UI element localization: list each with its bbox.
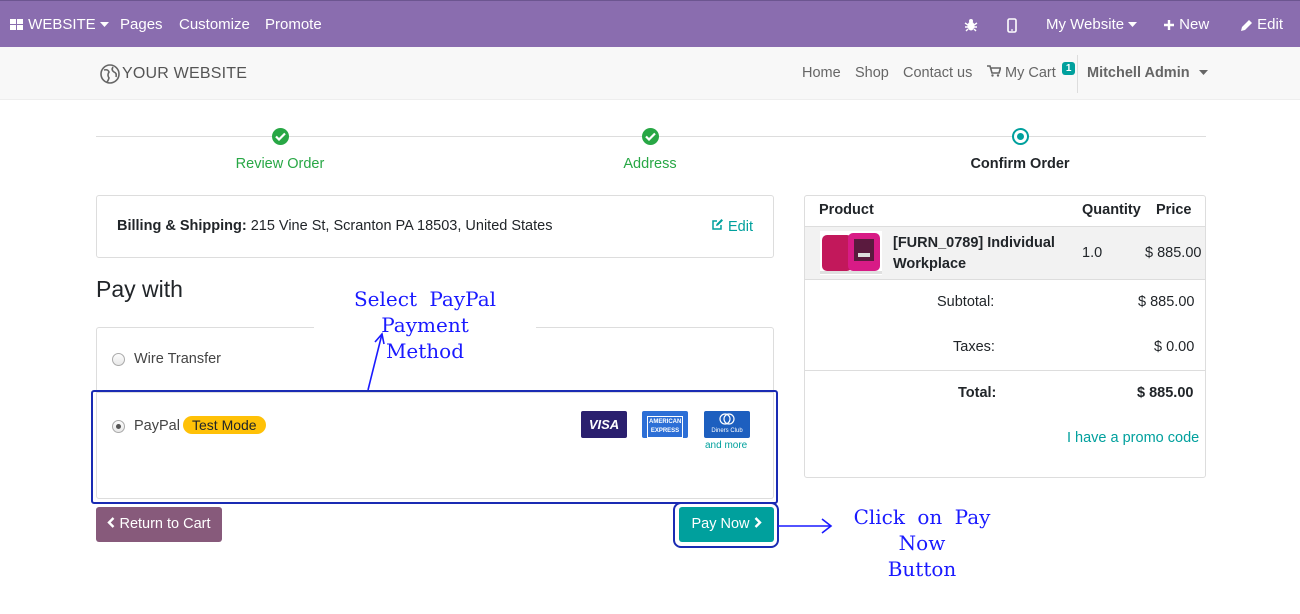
subtotal-value: $ 885.00: [1138, 294, 1195, 310]
website-switcher-label: My Website: [1046, 16, 1125, 33]
product-quantity: 1.0: [1082, 245, 1103, 261]
annotation-line: Method: [385, 339, 465, 363]
total-label: Total:: [958, 385, 997, 401]
promo-code-link[interactable]: I have a promo code: [1067, 430, 1199, 446]
new-button[interactable]: New: [1163, 1, 1209, 48]
cart-label: My Cart: [1005, 65, 1056, 81]
annotation-line: Button: [887, 557, 957, 581]
cart-count-badge: 1: [1061, 62, 1076, 75]
product-price: $ 885.00: [1145, 245, 1202, 261]
return-label: Return to Cart: [119, 516, 211, 532]
site-logo[interactable]: YOUR WEBSITE: [100, 62, 247, 86]
wire-transfer-radio[interactable]: [112, 353, 125, 366]
mobile-preview-icon[interactable]: [1007, 1, 1017, 48]
wire-transfer-label[interactable]: Wire Transfer: [134, 351, 221, 367]
website-menu-label: WEBSITE: [28, 16, 96, 33]
website-switcher[interactable]: My Website: [1046, 1, 1138, 48]
new-label: New: [1179, 16, 1210, 33]
annotation-arrow-left-icon: [778, 518, 833, 534]
chevron-left-icon: [107, 517, 115, 528]
annotation-line: Click on Pay Now: [853, 505, 991, 555]
debug-bug-icon[interactable]: [964, 1, 978, 48]
click-pay-now-annotation: Click on Pay Now Button: [830, 504, 1014, 582]
site-header: YOUR WEBSITE Home Shop Contact us My Car…: [0, 47, 1300, 100]
step-check-icon: [272, 128, 289, 145]
edit-button[interactable]: Edit: [1240, 1, 1283, 48]
billing-text: Billing & Shipping: 215 Vine St, Scranto…: [117, 218, 552, 234]
nav-contact-us[interactable]: Contact us: [903, 65, 972, 81]
step-address[interactable]: Address: [550, 156, 750, 172]
billing-shipping-card: Billing & Shipping: 215 Vine St, Scranto…: [96, 195, 774, 258]
annotation-arrow-up-icon: [367, 332, 385, 391]
promote-menu[interactable]: Promote: [265, 1, 322, 48]
website-menu[interactable]: WEBSITE: [10, 1, 109, 48]
step-current-icon: [1012, 128, 1029, 145]
return-to-cart-button[interactable]: Return to Cart: [96, 507, 222, 542]
edit-label: Edit: [1257, 16, 1284, 33]
pages-menu[interactable]: Pages: [120, 1, 163, 48]
edit-square-icon: [712, 219, 723, 230]
pay-now-highlight-outline: [673, 502, 779, 548]
pencil-icon: [1241, 19, 1252, 31]
cart-icon: [987, 65, 1002, 77]
caret-down-icon: [1128, 22, 1138, 28]
paypal-highlight-outline: [91, 390, 778, 504]
apps-grid-icon: [10, 19, 23, 31]
summary-header-product: Product: [819, 202, 874, 218]
summary-header-quantity: Quantity: [1082, 202, 1141, 218]
edit-label: Edit: [728, 219, 753, 235]
caret-down-icon: [99, 22, 109, 28]
nav-my-cart[interactable]: My Cart 1: [987, 62, 1076, 81]
user-name: Mitchell Admin: [1087, 65, 1190, 81]
taxes-label: Taxes:: [953, 339, 995, 355]
subtotal-label: Subtotal:: [937, 294, 995, 310]
product-thumbnail: [820, 231, 882, 275]
billing-label: Billing & Shipping:: [117, 218, 247, 234]
billing-address: 215 Vine St, Scranton PA 18503, United S…: [246, 218, 553, 234]
total-value: $ 885.00: [1137, 385, 1194, 401]
logo-text: YOUR WEBSITE: [122, 65, 248, 82]
nav-home[interactable]: Home: [802, 65, 841, 81]
step-review-order[interactable]: Review Order: [180, 156, 380, 172]
annotation-line: Select PayPal Payment: [353, 287, 497, 337]
summary-divider: [805, 370, 1205, 371]
step-confirm-order: Confirm Order: [970, 156, 1070, 172]
caret-down-icon: [1198, 70, 1208, 76]
user-menu[interactable]: Mitchell Admin: [1087, 65, 1208, 81]
taxes-value: $ 0.00: [1154, 339, 1195, 355]
summary-header-price: Price: [1156, 202, 1192, 218]
step-check-icon: [642, 128, 659, 145]
select-paypal-annotation: Select PayPal Payment Method: [314, 286, 536, 364]
globe-icon: [100, 64, 120, 84]
edit-address-link[interactable]: Edit: [711, 218, 753, 235]
customize-menu[interactable]: Customize: [179, 1, 250, 48]
product-name[interactable]: [FURN_0789] Individual Workplace: [893, 233, 1073, 275]
plus-icon: [1164, 20, 1174, 31]
admin-top-bar: WEBSITE Pages Customize Promote My Websi…: [0, 0, 1300, 47]
nav-divider: [1077, 55, 1078, 93]
nav-shop[interactable]: Shop: [855, 65, 889, 81]
pay-with-heading: Pay with: [96, 276, 183, 302]
